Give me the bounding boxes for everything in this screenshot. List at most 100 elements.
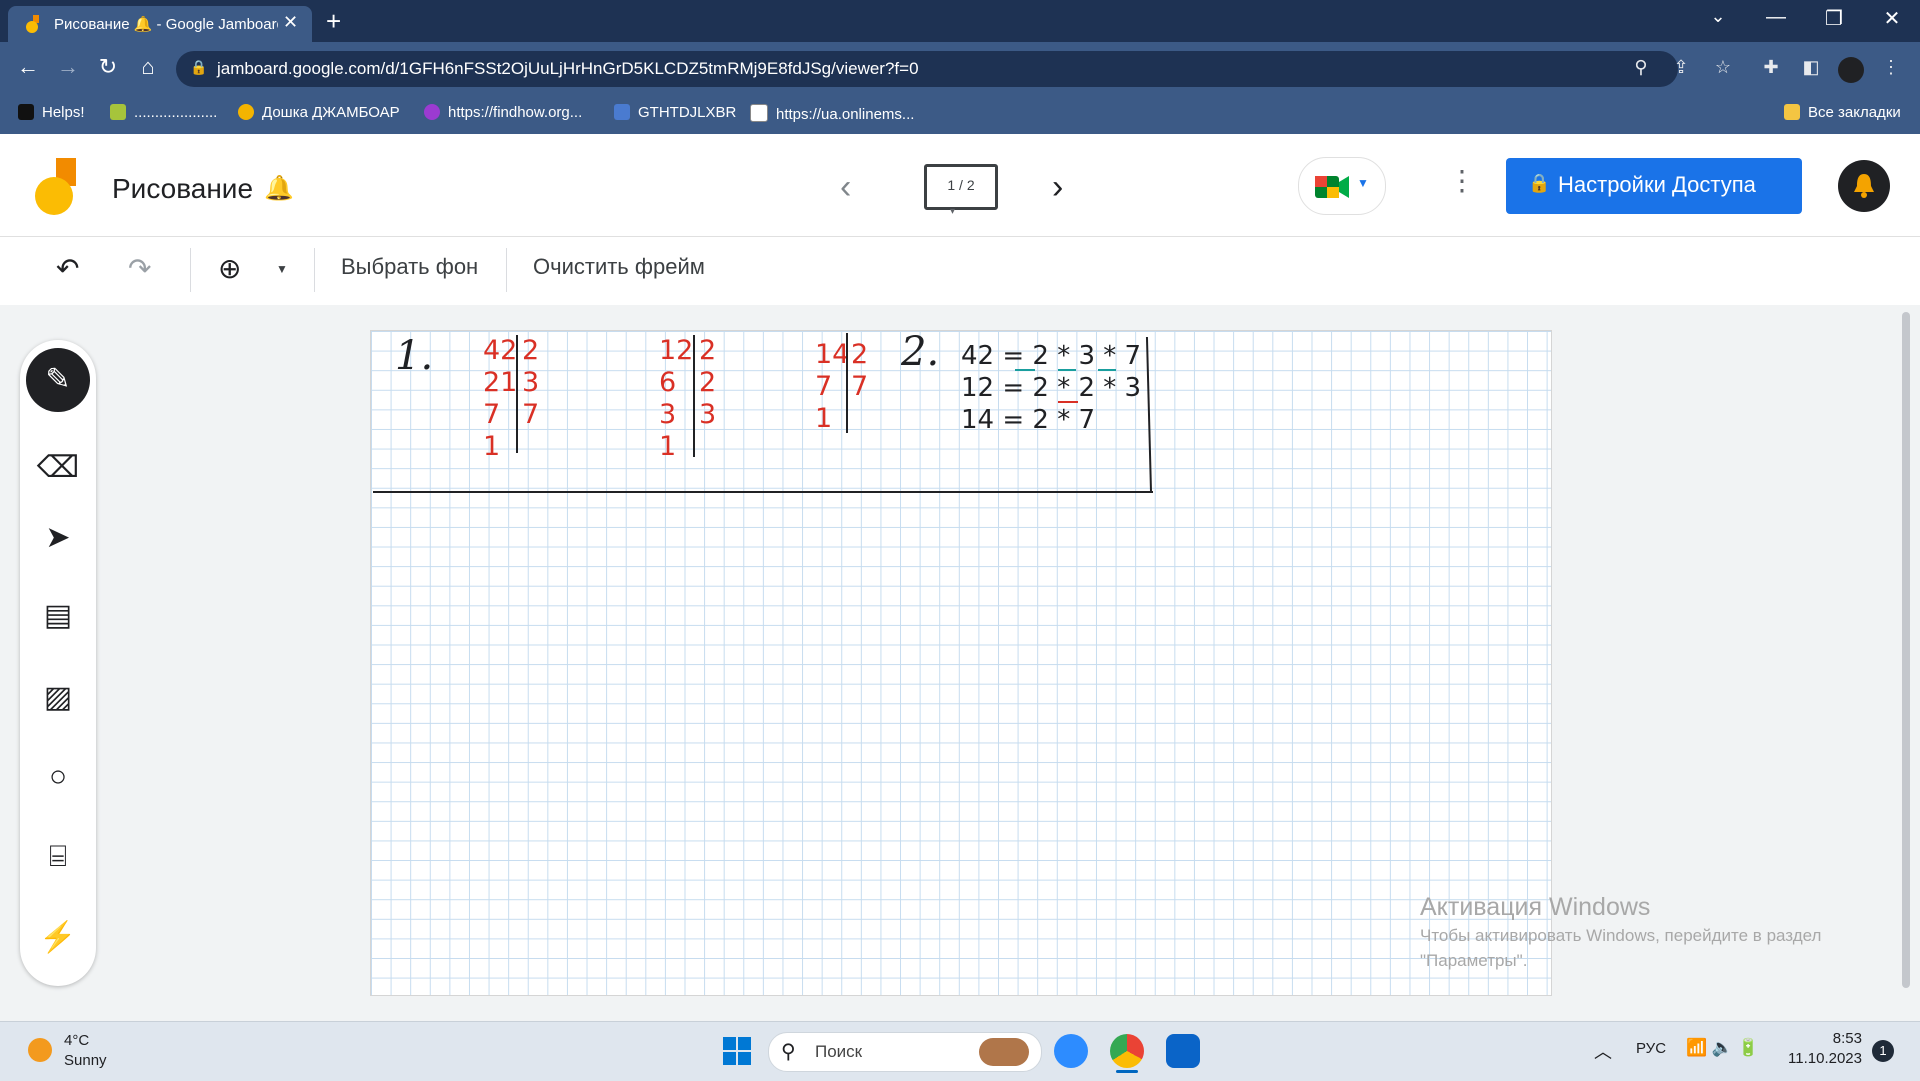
division-14-right: 7 — [851, 371, 869, 402]
forward-arrow-icon[interactable]: → — [52, 54, 84, 80]
eraser-icon[interactable]: ⌫ — [20, 450, 96, 485]
sticky-note-icon[interactable]: ▤ — [20, 598, 96, 633]
windows-activation-text: "Параметры". — [1420, 951, 1528, 970]
choose-background-button[interactable]: Выбрать фон — [341, 254, 478, 280]
share-page-icon[interactable]: ⇪ — [1668, 57, 1694, 78]
browser-menu-kebab-icon[interactable]: ⋮ — [1878, 57, 1904, 78]
meet-button[interactable]: ▼ — [1298, 157, 1386, 215]
bookmark-item[interactable]: .................... — [110, 104, 217, 121]
weather-condition[interactable]: Sunny — [64, 1052, 107, 1069]
bookmark-item[interactable]: https://ua.onlinems... — [750, 104, 914, 123]
division-14-line — [846, 333, 848, 433]
home-icon[interactable]: ⌂ — [132, 54, 164, 80]
hand-drawn-vertical-line — [1145, 337, 1153, 493]
bookmark-favicon-icon — [238, 104, 254, 120]
division-42-left: 42 — [483, 335, 518, 366]
zoom-app-icon[interactable] — [1054, 1034, 1088, 1068]
taskbar-time[interactable]: 8:53 — [1782, 1030, 1862, 1047]
zoom-dropdown-caret-icon[interactable]: ▼ — [276, 262, 288, 276]
laser-pointer-icon[interactable]: ⚡ — [20, 920, 96, 955]
zoom-in-icon[interactable]: ⊕ — [218, 252, 241, 285]
windows-start-icon[interactable] — [722, 1036, 752, 1066]
weather-temperature[interactable]: 4°C — [64, 1032, 89, 1049]
toolbar-divider — [314, 248, 315, 292]
pen-tool-icon[interactable]: ✎ — [26, 348, 90, 412]
windows-activation-text: Чтобы активировать Windows, перейдите в … — [1420, 926, 1822, 945]
window-maximize-button[interactable]: ❐ — [1814, 6, 1854, 31]
frame-dropdown-caret-icon[interactable]: ▾ — [950, 206, 955, 217]
image-icon[interactable]: ▨ — [20, 680, 96, 715]
division-42-left: 1 — [483, 431, 501, 462]
clear-frame-button[interactable]: Очистить фрейм — [533, 254, 705, 280]
bookmark-star-icon[interactable]: ☆ — [1710, 57, 1736, 78]
division-42-right: 7 — [522, 399, 540, 430]
division-42-line — [516, 335, 518, 453]
url-text[interactable]: jamboard.google.com/d/1GFH6nFSSt2OjUuLjH… — [217, 59, 919, 79]
division-12-left: 3 — [659, 399, 677, 430]
back-arrow-icon[interactable]: ← — [12, 54, 44, 80]
select-arrow-icon[interactable]: ➤ — [20, 520, 96, 555]
division-14-left: 1 — [815, 403, 833, 434]
extensions-puzzle-icon[interactable]: ✚ — [1758, 57, 1784, 78]
division-14-left: 14 — [815, 339, 850, 370]
frame-indicator[interactable]: 1 / 2 — [924, 164, 998, 210]
shape-circle-icon[interactable]: ○ — [20, 760, 96, 794]
equation-42: 42 = 2 * 3 * 7 — [961, 341, 1142, 371]
sun-weather-icon[interactable] — [28, 1038, 52, 1062]
bookmark-item[interactable]: GTHTDJLXBR — [614, 104, 736, 121]
network-volume-battery-icons[interactable]: 📶 🔈 🔋 — [1686, 1038, 1759, 1058]
taskbar-search[interactable]: ⚲ Поиск — [768, 1032, 1042, 1072]
hand-drawn-horizontal-line — [373, 491, 1153, 493]
document-title[interactable]: Рисование — [112, 173, 253, 205]
tab-close-icon[interactable]: ✕ — [283, 12, 298, 33]
jamboard-favicon-icon — [26, 15, 39, 33]
new-tab-button[interactable]: + — [326, 6, 341, 37]
chrome-app-icon[interactable] — [1110, 1034, 1144, 1068]
zoom-magnifier-icon[interactable]: ⚲ — [1628, 57, 1654, 78]
jamboard-canvas[interactable]: 1. 42 21 7 1 2 3 7 12 6 3 1 2 2 3 14 7 1… — [370, 329, 1552, 996]
bookmark-favicon-icon — [18, 104, 34, 120]
next-frame-chevron-icon[interactable]: › — [1052, 168, 1063, 207]
avatar-bell-icon — [1854, 174, 1874, 198]
reload-icon[interactable]: ↻ — [92, 54, 124, 80]
meet-dropdown-caret-icon: ▼ — [1357, 176, 1369, 190]
handwritten-label-2: 2. — [901, 329, 940, 375]
bookmark-item[interactable]: Helps! — [18, 104, 85, 121]
undo-icon[interactable]: ↶ — [56, 252, 79, 285]
more-options-kebab-icon[interactable]: ⋮ — [1448, 164, 1476, 197]
previous-frame-chevron-icon[interactable]: ‹ — [840, 168, 851, 207]
show-hidden-icons-chevron-icon[interactable]: ︿ — [1594, 1038, 1612, 1064]
vertical-scrollbar[interactable] — [1902, 312, 1910, 988]
redo-icon[interactable]: ↷ — [128, 252, 151, 285]
profile-avatar-icon[interactable] — [1838, 57, 1864, 83]
mail-app-icon[interactable] — [1166, 1034, 1200, 1068]
user-avatar[interactable] — [1838, 160, 1890, 212]
input-language[interactable]: РУС — [1636, 1040, 1666, 1057]
bookmark-item[interactable]: Дошка ДЖАМБОАР — [238, 104, 400, 121]
division-42-left: 21 — [483, 367, 518, 398]
notification-count-badge[interactable]: 1 — [1872, 1040, 1894, 1062]
jamboard-logo-icon[interactable] — [34, 156, 80, 218]
browser-tab-title: Рисование 🔔 - Google Jamboard — [54, 16, 278, 33]
division-42-right: 3 — [522, 367, 540, 398]
division-12-right: 2 — [699, 367, 717, 398]
all-bookmarks[interactable]: Все закладки — [1784, 104, 1901, 121]
bookmark-item[interactable]: https://findhow.org... — [424, 104, 582, 121]
window-minimize-button[interactable]: — — [1756, 6, 1796, 29]
underline-mark — [1058, 401, 1078, 403]
underline-mark — [1098, 369, 1116, 371]
search-highlight-image — [979, 1038, 1029, 1066]
tab-search-chevron-icon[interactable]: ⌄ — [1698, 6, 1738, 27]
window-close-button[interactable]: ✕ — [1872, 6, 1912, 31]
text-box-icon[interactable]: ⌸ — [20, 840, 96, 874]
bookmark-favicon-icon — [614, 104, 630, 120]
division-12-left: 6 — [659, 367, 677, 398]
taskbar-date[interactable]: 11.10.2023 — [1782, 1050, 1862, 1067]
browser-tab-active[interactable]: Рисование 🔔 - Google Jamboard ✕ — [8, 6, 312, 42]
bookmarks-bar: Helps! .................... Дошка ДЖАМБО… — [0, 94, 1920, 134]
division-14-left: 7 — [815, 371, 833, 402]
division-12-right: 2 — [699, 335, 717, 366]
site-info-lock-icon[interactable]: 🔒 — [190, 59, 207, 76]
share-settings-button[interactable]: 🔒 Настройки Доступа — [1506, 158, 1802, 214]
side-panel-icon[interactable]: ◧ — [1798, 57, 1824, 78]
